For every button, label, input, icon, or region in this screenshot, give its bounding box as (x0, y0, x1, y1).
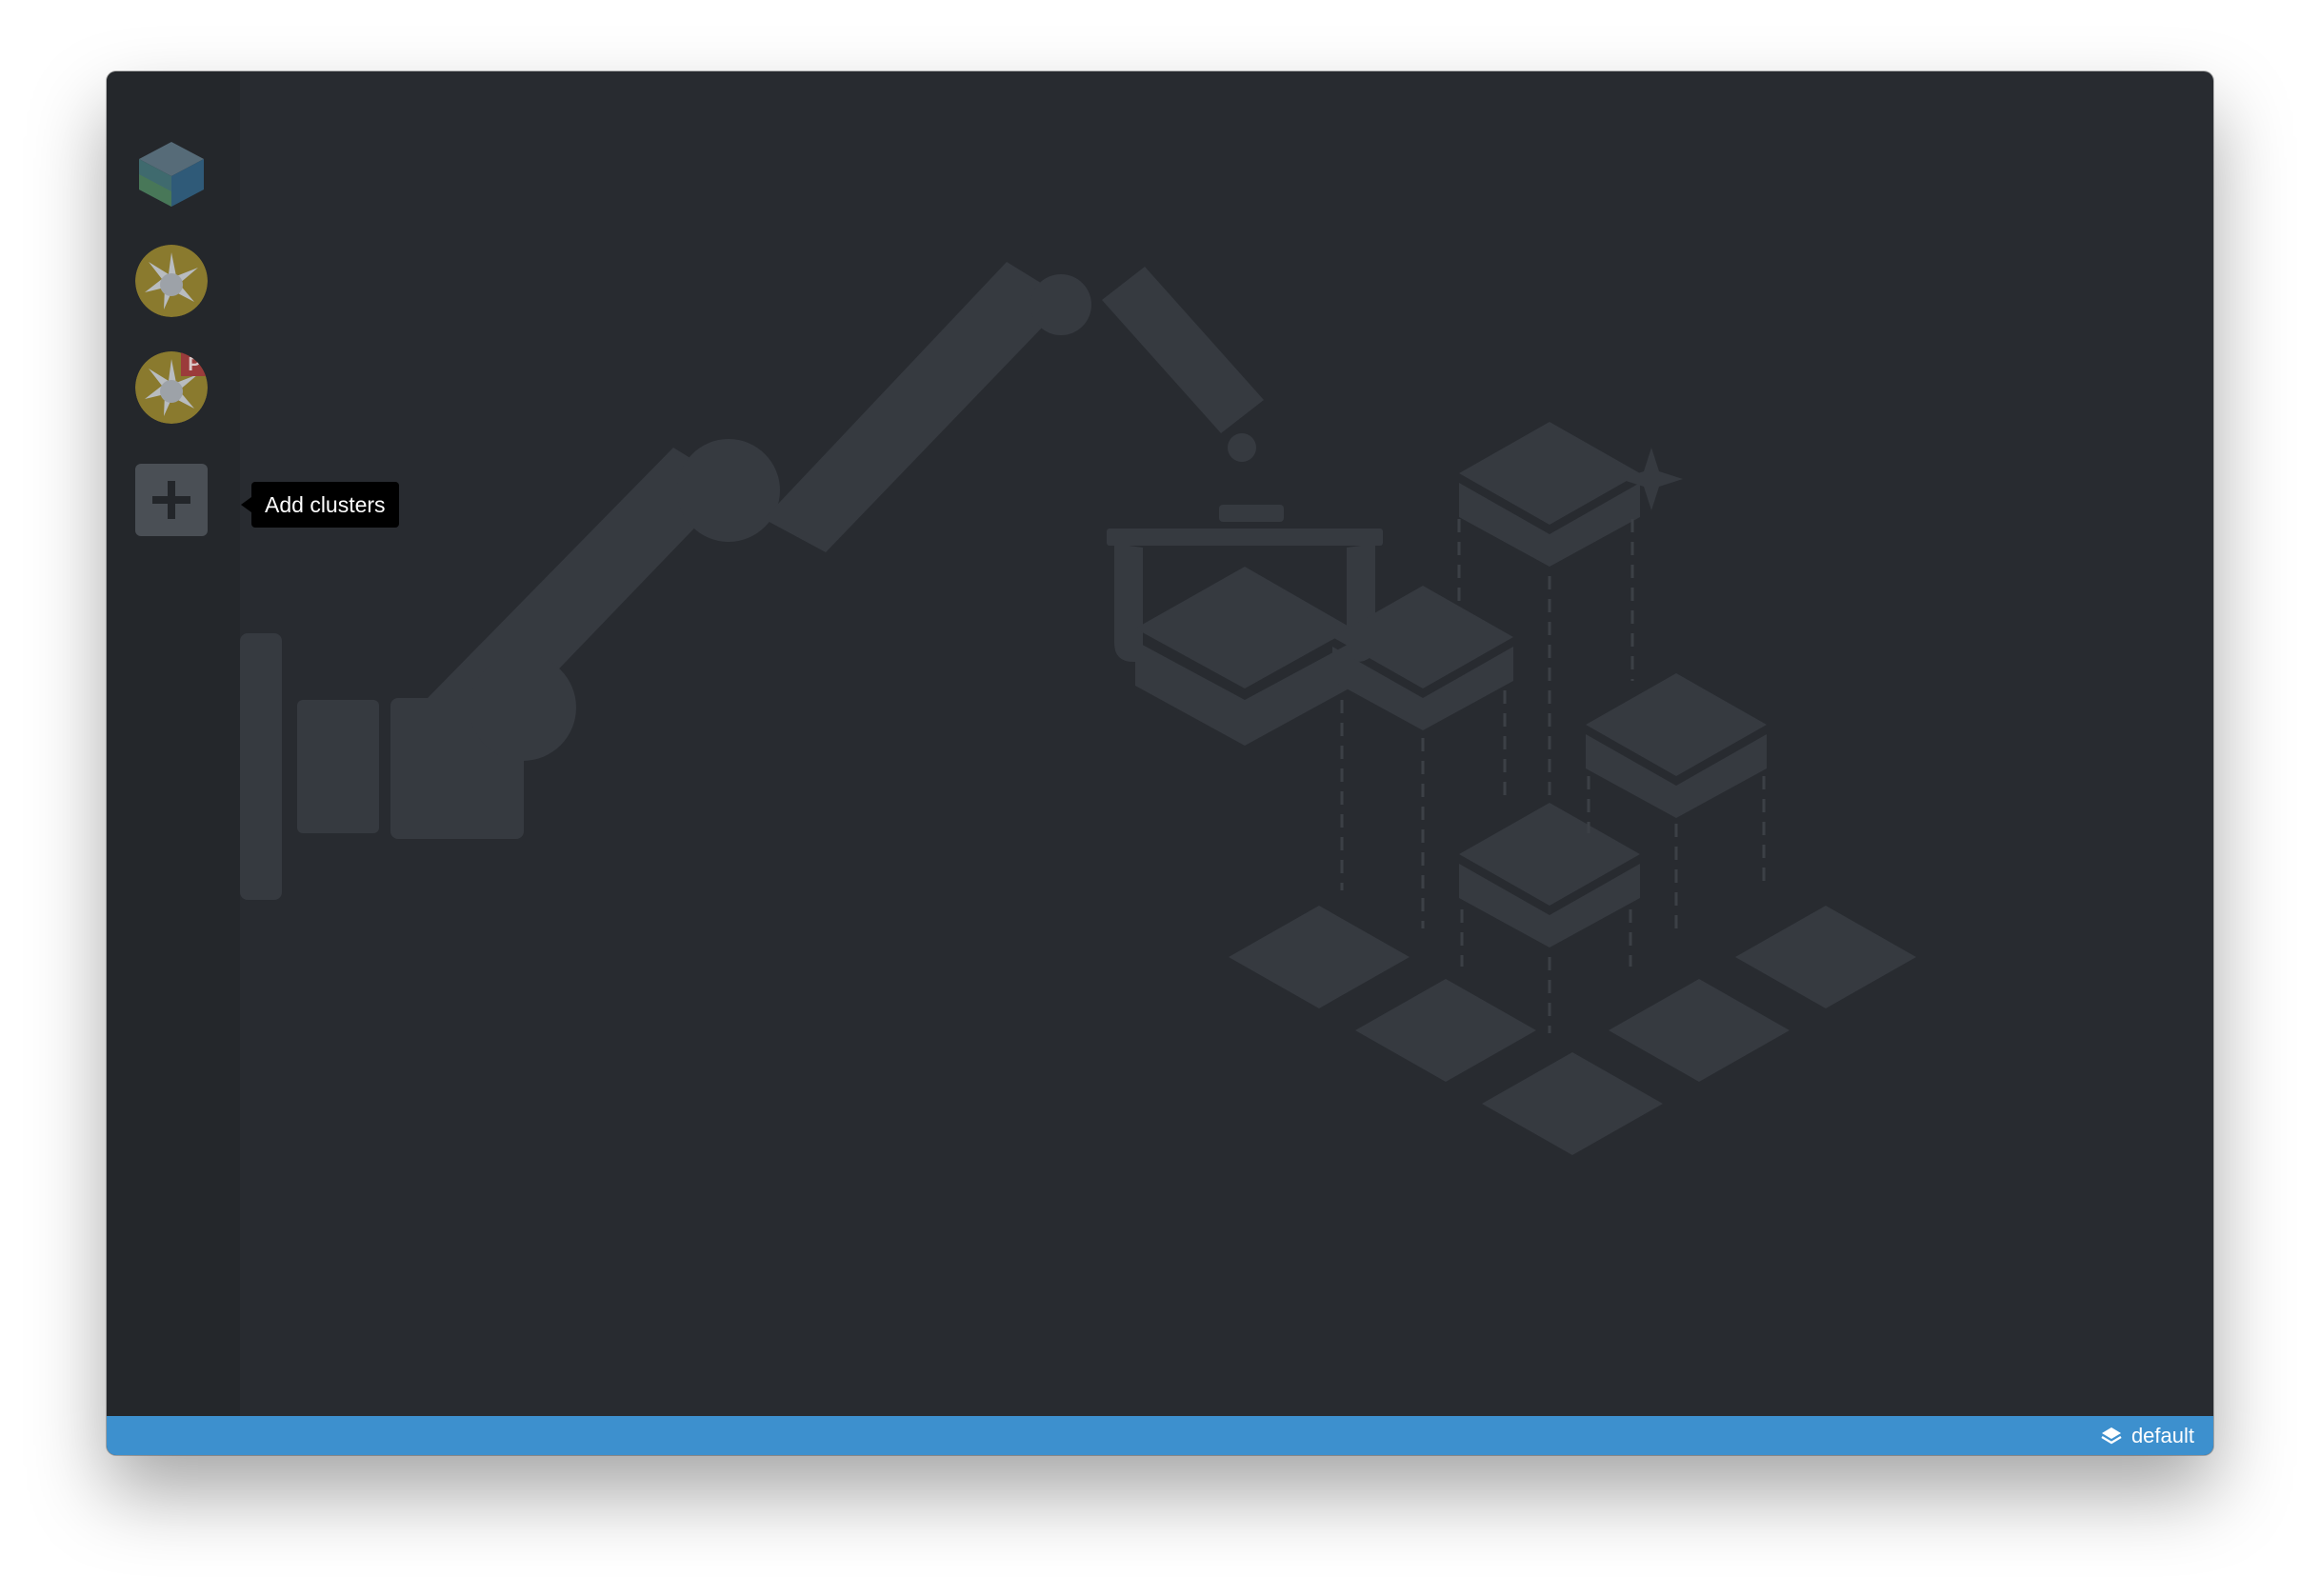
plus-icon (152, 481, 190, 519)
add-clusters-tooltip: Add clusters (251, 482, 399, 528)
status-bar: default (107, 1416, 2213, 1455)
cluster-icon-2[interactable] (135, 245, 208, 317)
burst-icon (135, 245, 208, 317)
workspace-label: default (2130, 1423, 2194, 1447)
add-cluster-button[interactable] (135, 464, 208, 536)
tooltip-arrow (241, 497, 251, 512)
cluster-icon-3[interactable]: P (135, 351, 208, 424)
burst-icon: P (135, 351, 208, 424)
cube-icon (139, 142, 204, 207)
cluster-badge: P (188, 354, 200, 375)
app-window: P Add clusters default (107, 71, 2213, 1455)
workspace-selector[interactable]: default (2101, 1416, 2194, 1455)
cluster-sidebar: P (107, 71, 240, 1416)
layers-icon (2101, 1426, 2122, 1444)
cluster-icon-1[interactable] (135, 136, 208, 209)
robot-arm-illustration (240, 262, 1916, 1155)
